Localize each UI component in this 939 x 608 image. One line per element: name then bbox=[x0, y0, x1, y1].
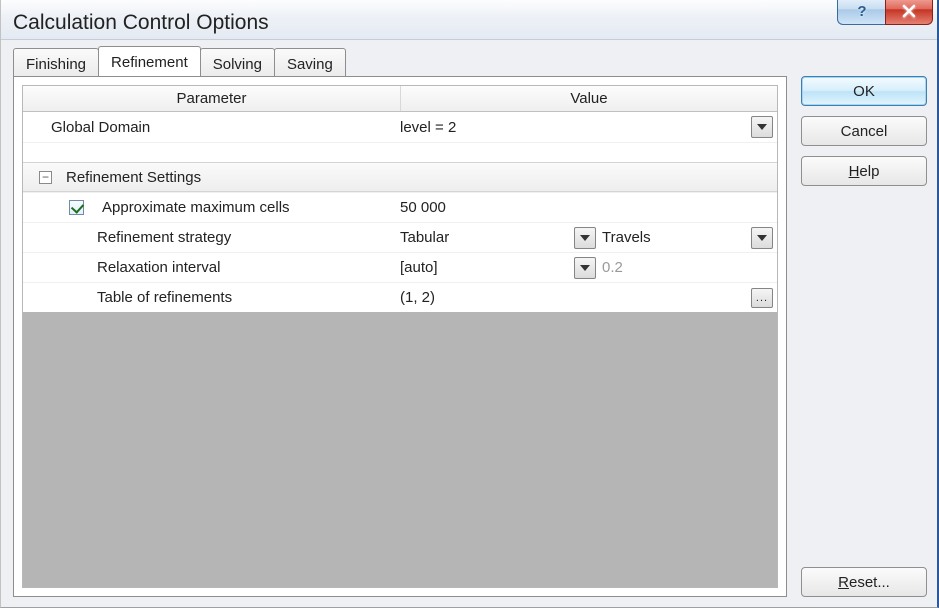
close-icon[interactable] bbox=[885, 0, 933, 25]
grid-header: Parameter Value bbox=[23, 86, 777, 112]
header-parameter: Parameter bbox=[23, 86, 400, 111]
parameter-grid: Parameter Value Global Domain level = 2 bbox=[22, 85, 778, 588]
chevron-down-icon[interactable] bbox=[751, 116, 773, 138]
svg-text:?: ? bbox=[857, 3, 866, 20]
row-global-domain: Global Domain level = 2 bbox=[23, 112, 777, 142]
param-global-domain: Global Domain bbox=[23, 119, 400, 136]
tab-finishing[interactable]: Finishing bbox=[13, 48, 99, 76]
tab-solving[interactable]: Solving bbox=[200, 48, 275, 76]
section-refinement-settings: − Refinement Settings bbox=[23, 169, 400, 186]
side-button-panel: OK Cancel Help Reset... bbox=[801, 48, 927, 597]
table-of-refinements-value[interactable]: (1, 2) bbox=[400, 289, 745, 306]
row-approx-max-cells: Approximate maximum cells 50 000 bbox=[23, 192, 777, 222]
refinement-strategy-units[interactable]: Travels bbox=[602, 229, 745, 246]
grid-rows: Global Domain level = 2 − bbox=[23, 112, 777, 312]
tab-row: Finishing Refinement Solving Saving bbox=[13, 48, 787, 76]
value-table-of-refinements: (1, 2) ... bbox=[400, 288, 777, 308]
dialog-body: Finishing Refinement Solving Saving Para… bbox=[1, 40, 937, 607]
tab-saving[interactable]: Saving bbox=[274, 48, 346, 76]
row-refinement-settings: − Refinement Settings bbox=[23, 162, 777, 192]
chevron-down-icon[interactable] bbox=[751, 227, 773, 249]
help-icon[interactable]: ? bbox=[837, 0, 885, 25]
chevron-down-icon[interactable] bbox=[574, 257, 596, 279]
main-panel: Finishing Refinement Solving Saving Para… bbox=[13, 48, 787, 597]
grid-panel: Parameter Value Global Domain level = 2 bbox=[13, 76, 787, 597]
tab-refinement[interactable]: Refinement bbox=[98, 46, 201, 74]
global-domain-value[interactable]: level = 2 bbox=[400, 119, 745, 136]
value-relaxation-interval: [auto] 0.2 bbox=[400, 257, 777, 279]
row-relaxation-interval: Relaxation interval [auto] 0.2 bbox=[23, 252, 777, 282]
title-bar: Calculation Control Options ? bbox=[1, 0, 937, 40]
row-refinement-strategy: Refinement strategy Tabular Travels bbox=[23, 222, 777, 252]
ellipsis-icon[interactable]: ... bbox=[751, 288, 773, 308]
side-spacer bbox=[801, 196, 927, 557]
help-button[interactable]: Help bbox=[801, 156, 927, 186]
param-refinement-strategy: Refinement strategy bbox=[23, 229, 400, 246]
relaxation-interval-override[interactable]: 0.2 bbox=[602, 259, 773, 276]
window-buttons: ? bbox=[837, 0, 933, 25]
param-approx-max-cells: Approximate maximum cells bbox=[23, 199, 400, 216]
header-value: Value bbox=[400, 86, 777, 111]
row-table-of-refinements: Table of refinements (1, 2) ... bbox=[23, 282, 777, 312]
relaxation-interval-value[interactable]: [auto] bbox=[400, 259, 568, 276]
value-approx-max-cells: 50 000 bbox=[400, 199, 777, 216]
checkbox-approx-max-cells[interactable] bbox=[69, 200, 84, 215]
dialog-title: Calculation Control Options bbox=[13, 11, 269, 35]
chevron-down-icon[interactable] bbox=[574, 227, 596, 249]
param-table-of-refinements: Table of refinements bbox=[23, 289, 400, 306]
collapse-icon[interactable]: − bbox=[39, 171, 52, 184]
refinement-strategy-value[interactable]: Tabular bbox=[400, 229, 568, 246]
label-approx-max-cells: Approximate maximum cells bbox=[102, 199, 290, 216]
value-global-domain: level = 2 bbox=[400, 116, 777, 138]
approx-max-cells-value[interactable]: 50 000 bbox=[400, 199, 773, 216]
cancel-button[interactable]: Cancel bbox=[801, 116, 927, 146]
spacer-row bbox=[23, 142, 777, 162]
param-relaxation-interval: Relaxation interval bbox=[23, 259, 400, 276]
ok-button[interactable]: OK bbox=[801, 76, 927, 106]
section-label: Refinement Settings bbox=[66, 169, 201, 186]
reset-button[interactable]: Reset... bbox=[801, 567, 927, 597]
value-refinement-strategy: Tabular Travels bbox=[400, 227, 777, 249]
